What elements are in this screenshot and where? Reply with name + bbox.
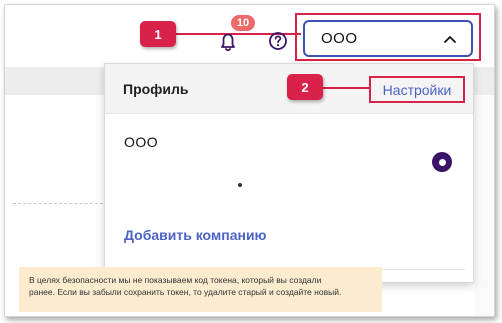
app-window: 1 10 ООО Профиль Настройки ООО Добавить … — [4, 4, 495, 317]
dropdown-title: Профиль — [123, 81, 189, 97]
chevron-up-icon — [444, 35, 456, 43]
company-selected-radio[interactable] — [432, 152, 452, 172]
notifications-button[interactable] — [214, 29, 242, 53]
notice-line-1: В целях безопасности мы не показываем ко… — [29, 275, 322, 285]
right-content-strip — [475, 95, 494, 316]
callout-1-badge: 1 — [140, 21, 176, 47]
notice-line-2: ранее. Если вы забыли сохранить токен, т… — [29, 287, 342, 297]
callout-2-badge: 2 — [287, 74, 323, 100]
bell-icon — [221, 33, 235, 52]
company-item-name[interactable]: ООО — [124, 134, 158, 150]
company-select[interactable]: ООО — [303, 20, 473, 57]
radio-dot — [438, 158, 446, 166]
help-button[interactable] — [267, 30, 289, 52]
callout-2-connector — [315, 87, 369, 89]
notifications-count-badge: 10 — [231, 15, 255, 31]
cursor-dot — [238, 183, 242, 187]
company-select-value: ООО — [321, 30, 358, 47]
security-notice: В целях безопасности мы не показываем ко… — [19, 267, 382, 312]
settings-link[interactable]: Настройки — [369, 76, 465, 103]
add-company-link[interactable]: Добавить компанию — [124, 227, 267, 243]
dashed-divider — [13, 203, 103, 204]
question-circle-icon — [269, 32, 287, 50]
